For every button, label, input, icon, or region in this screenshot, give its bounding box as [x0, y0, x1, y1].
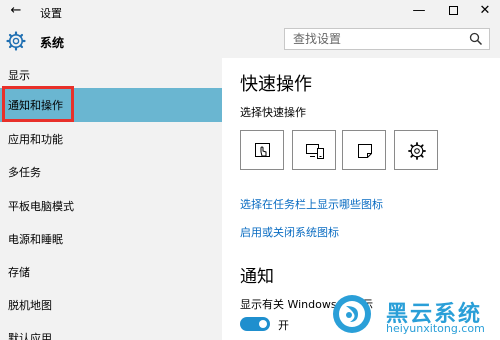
search-icon[interactable]	[469, 32, 483, 46]
sidebar-item-label: 应用和功能	[8, 133, 63, 146]
minimize-button[interactable]: —	[404, 0, 434, 24]
sidebar-item-power[interactable]: 电源和睡眠	[0, 222, 222, 256]
close-button[interactable]: ✕	[470, 0, 500, 24]
notifications-heading: 通知	[240, 267, 274, 287]
search-input[interactable]	[293, 29, 463, 49]
system-icons-link[interactable]: 启用或关闭系统图标	[240, 224, 339, 240]
sidebar-item-offline-maps[interactable]: 脱机地图	[0, 288, 222, 322]
sidebar-item-label: 电源和睡眠	[8, 233, 63, 246]
tablet-mode-icon	[255, 143, 270, 157]
window-title: 设置	[40, 7, 62, 20]
quick-action-connect[interactable]	[292, 130, 336, 170]
maximize-icon	[448, 6, 458, 15]
toggle-knob	[259, 320, 267, 328]
back-arrow-icon[interactable]: ←	[8, 3, 24, 19]
windows-tips-toggle[interactable]	[240, 317, 270, 331]
quick-actions-heading: 快速操作	[240, 74, 312, 95]
toggle-state-label: 开	[278, 319, 289, 332]
sidebar-item-label: 默认应用	[8, 332, 52, 340]
taskbar-icons-link[interactable]: 选择在任务栏上显示哪些图标	[240, 196, 383, 212]
quick-action-settings[interactable]	[394, 130, 438, 170]
page-title: 系统	[40, 36, 65, 50]
quick-actions-subheading: 选择快速操作	[240, 106, 306, 119]
sidebar-item-tablet-mode[interactable]: 平板电脑模式	[0, 189, 222, 223]
sidebar-item-storage[interactable]: 存储	[0, 255, 222, 289]
sidebar-item-default-apps[interactable]: 默认应用	[0, 321, 222, 340]
sidebar-item-multitasking[interactable]: 多任务	[0, 155, 222, 189]
sidebar-item-label: 显示	[8, 69, 30, 82]
watermark-logo	[333, 295, 371, 333]
gear-icon	[6, 31, 26, 51]
connect-icon	[306, 144, 324, 159]
search-box[interactable]	[284, 28, 490, 50]
sidebar-item-label: 脱机地图	[8, 299, 52, 312]
quick-action-tablet-mode[interactable]	[240, 130, 284, 170]
highlight-box	[2, 86, 74, 122]
sidebar-item-apps[interactable]: 应用和功能	[0, 122, 222, 156]
sidebar-item-label: 存储	[8, 266, 30, 279]
sidebar-item-label: 多任务	[8, 166, 41, 179]
quick-action-note[interactable]	[342, 130, 386, 170]
header: 系统	[0, 24, 500, 58]
maximize-button[interactable]	[438, 0, 468, 24]
settings-icon	[408, 142, 426, 160]
sidebar-item-label: 平板电脑模式	[8, 200, 74, 213]
note-icon	[358, 144, 372, 158]
watermark-url: heiyunxitong.com	[386, 322, 485, 335]
title-bar: ← 设置 — ✕	[0, 0, 500, 24]
